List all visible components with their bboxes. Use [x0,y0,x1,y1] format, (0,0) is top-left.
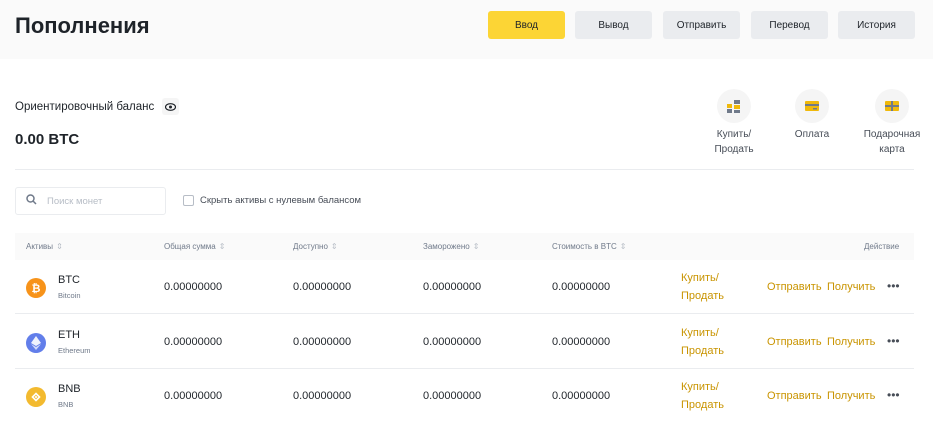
available-amount: 0.00000000 [293,336,352,348]
table-row: ETH Ethereum 0.00000000 0.00000000 0.000… [15,315,914,369]
btc-value: 0.00000000 [552,336,611,348]
hide-zero-label: Скрыть активы с нулевым балансом [200,195,362,206]
header-total[interactable]: Общая сумма ⇕ [164,242,225,251]
balance-value: 0.00 BTC [15,131,80,148]
gift-card-icon [875,89,909,123]
history-button[interactable]: История [838,11,915,39]
total-amount: 0.00000000 [164,336,223,348]
hide-zero-toggle[interactable]: Скрыть активы с нулевым балансом [183,195,361,206]
receive-link[interactable]: Получить [827,387,875,405]
divider [15,169,914,170]
header-action: Действие [864,242,900,251]
table-row: BNB BNB 0.00000000 0.00000000 0.00000000… [15,369,914,423]
gift-card-action[interactable]: Подарочная карта [852,89,932,157]
coin-symbol: ETH [58,329,80,341]
more-icon[interactable]: ••• [887,334,900,348]
gift-card-action-label: Подарочная карта [863,129,921,155]
search-input[interactable] [47,195,147,207]
more-icon[interactable]: ••• [887,388,900,402]
available-amount: 0.00000000 [293,281,352,293]
transfer-button[interactable]: Перевод [751,11,828,39]
buy-sell-link[interactable]: Купить/Продать [681,324,724,360]
hide-zero-checkbox[interactable] [183,195,194,206]
coin-symbol: BNB [58,383,81,395]
sort-icon: ⇕ [330,242,338,251]
available-amount: 0.00000000 [293,390,352,402]
header-assets[interactable]: Активы ⇕ [26,242,63,251]
page-title: Пополнения [15,13,150,38]
total-amount: 0.00000000 [164,390,223,402]
page-header: Пополнения Ввод Вывод Отправить Перевод … [0,0,933,59]
frozen-amount: 0.00000000 [423,281,482,293]
eth-coin-icon [26,333,46,353]
btc-value: 0.00000000 [552,281,611,293]
buy-sell-action[interactable]: Купить/ Продать [694,89,774,157]
btc-coin-icon: ₿ [26,278,46,298]
header-available[interactable]: Доступно ⇕ [293,242,338,251]
balance-label: Ориентировочный баланс [15,101,155,113]
payment-action[interactable]: Оплата [772,89,852,142]
send-link[interactable]: Отправить [767,387,822,405]
coin-name: Bitcoin [58,291,81,300]
header-btc-value[interactable]: Стоимость в BTC ⇕ [552,242,626,251]
receive-link[interactable]: Получить [827,333,875,351]
sort-icon: ⇕ [218,242,226,251]
search-icon [26,192,37,210]
receive-link[interactable]: Получить [827,278,875,296]
total-amount: 0.00000000 [164,281,223,293]
search-box[interactable] [15,187,166,215]
buy-sell-link[interactable]: Купить/Продать [681,378,724,414]
sort-icon: ⇕ [56,242,63,251]
payment-card-icon [795,89,829,123]
frozen-amount: 0.00000000 [423,390,482,402]
deposit-button[interactable]: Ввод [488,11,565,39]
send-link[interactable]: Отправить [767,333,822,351]
payment-action-label: Оплата [794,129,830,140]
table-row: ₿ BTC Bitcoin 0.00000000 0.00000000 0.00… [15,260,914,314]
withdraw-button[interactable]: Вывод [575,11,652,39]
buy-sell-link[interactable]: Купить/Продать [681,269,724,305]
header-frozen[interactable]: Заморожено ⇕ [423,242,479,251]
eye-icon[interactable] [162,98,179,115]
more-icon[interactable]: ••• [887,279,900,293]
btc-value: 0.00000000 [552,390,611,402]
coin-name: Ethereum [58,346,91,355]
buy-sell-icon [717,89,751,123]
sort-icon: ⇕ [472,242,480,251]
buy-sell-action-label: Купить/ Продать [714,129,754,155]
coin-name: BNB [58,400,74,409]
coin-symbol: BTC [58,274,80,286]
send-link[interactable]: Отправить [767,278,822,296]
frozen-amount: 0.00000000 [423,336,482,348]
bnb-coin-icon [26,387,46,407]
table-header: Активы ⇕ Общая сумма ⇕ Доступно ⇕ Заморожен… [15,233,914,260]
sort-icon: ⇕ [619,242,627,251]
send-button[interactable]: Отправить [663,11,740,39]
svg-text:₿: ₿ [32,282,41,294]
